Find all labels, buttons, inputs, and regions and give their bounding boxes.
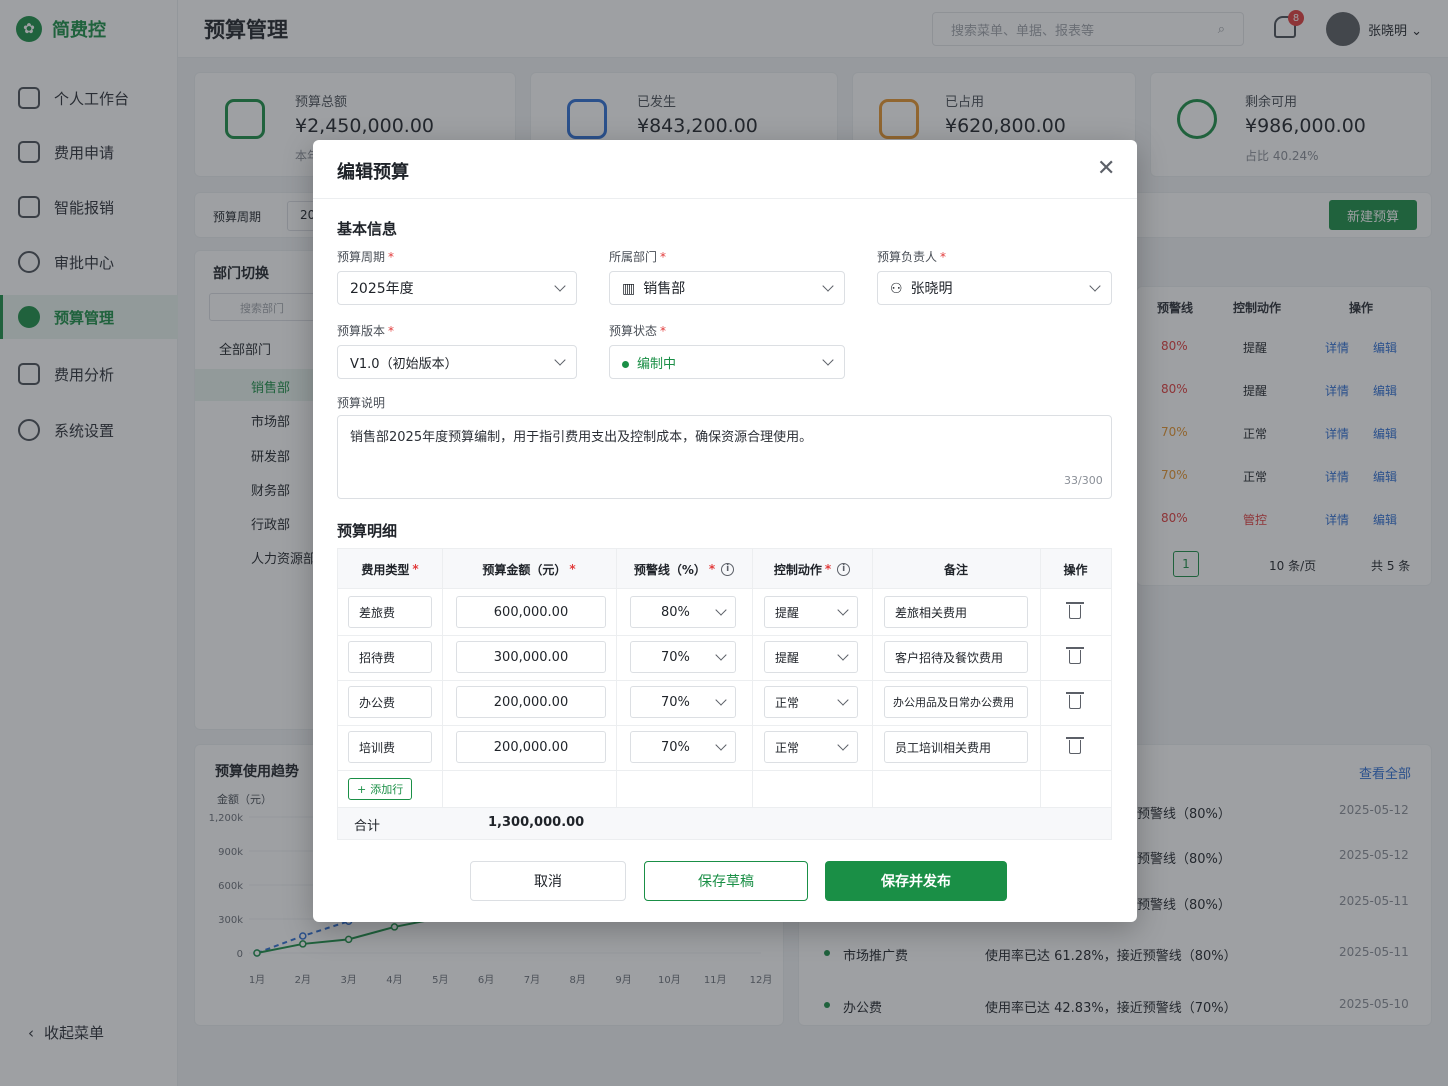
plus-icon: + [357,782,367,796]
period-select[interactable]: 2025年度 [337,271,577,305]
chevron-down-icon [554,354,566,366]
type-input[interactable]: 招待费 [348,641,432,673]
col-header-note: 备注 [943,562,968,577]
note-input[interactable]: 办公用品及日常办公费用 [884,686,1028,718]
owner-label: 预算负责人 * [877,250,947,264]
desc-label: 预算说明 [337,396,386,410]
desc-counter: 33/300 [1064,474,1103,487]
info-icon[interactable]: i [837,562,851,576]
row-divider [338,770,1111,771]
chevron-down-icon [837,649,849,661]
warning-select[interactable]: 70% [630,731,736,763]
edit-budget-modal: 编辑预算 ✕ 基本信息 预算周期 * 2025年度 所属部门 * ▥ 销售部 预算负责… [313,140,1137,922]
owner-value: 张晓明 [910,281,953,297]
modal-title: 编辑预算 [337,162,409,183]
status-select[interactable]: 编制中 [609,345,845,379]
desc-textarea[interactable]: 销售部2025年度预算编制，用于指引费用支出及控制成本，确保资源合理使用。 [337,415,1112,499]
type-input[interactable]: 培训费 [348,731,432,763]
save-draft-button[interactable]: 保存草稿 [644,861,808,901]
col-header-warning: 预警线（%） * i [616,549,752,589]
col-header-type: 费用类型 * [361,562,419,577]
col-header-op: 操作 [1063,562,1088,577]
warning-value: 80% [661,604,690,620]
total-value: 1,300,000.00 [488,815,585,830]
user-icon: ⚇ [890,281,903,297]
warning-value: 70% [661,694,690,710]
warning-select[interactable]: 80% [630,596,736,628]
chevron-down-icon [822,280,834,292]
action-value: 提醒 [775,605,800,620]
version-select[interactable]: V1.0（初始版本） [337,345,577,379]
type-input[interactable]: 办公费 [348,686,432,718]
status-value: 编制中 [637,356,677,372]
amount-input[interactable]: 300,000.00 [456,641,606,673]
note-input[interactable]: 差旅相关费用 [884,596,1028,628]
chevron-down-icon [837,739,849,751]
action-select[interactable]: 提醒 [764,641,858,673]
close-icon[interactable]: ✕ [1097,158,1115,180]
period-value: 2025年度 [350,281,414,297]
chevron-down-icon [715,649,727,661]
warning-value: 70% [661,649,690,665]
version-label: 预算版本 * [337,324,395,338]
warning-select[interactable]: 70% [630,686,736,718]
status-dot [622,360,629,368]
section-detail-title: 预算明细 [337,522,398,540]
version-value: V1.0（初始版本） [350,356,458,372]
status-label: 预算状态 * [609,324,667,338]
col-header-amount: 预算金额（元） * [482,562,576,577]
action-value: 提醒 [775,650,800,665]
note-input[interactable]: 客户招待及餐饮费用 [884,641,1028,673]
chevron-down-icon [837,604,849,616]
owner-select[interactable]: ⚇ 张晓明 [877,271,1112,305]
chevron-down-icon [554,280,566,292]
modal-divider [313,198,1137,199]
amount-input[interactable]: 200,000.00 [456,686,606,718]
action-select[interactable]: 正常 [764,686,858,718]
building-icon: ▥ [622,281,636,297]
dept-select[interactable]: ▥ 销售部 [609,271,845,305]
dept-value: 销售部 [643,281,686,297]
chevron-down-icon [1089,280,1101,292]
action-select[interactable]: 提醒 [764,596,858,628]
add-row-label: 添加行 [370,783,404,796]
col-header-action: 控制动作 * i [752,549,872,589]
dept-label: 所属部门 * [609,250,667,264]
desc-value: 销售部2025年度预算编制，用于指引费用支出及控制成本，确保资源合理使用。 [350,430,813,445]
action-value: 正常 [775,740,800,755]
warning-select[interactable]: 70% [630,641,736,673]
section-basic-title: 基本信息 [337,220,398,238]
warning-value: 70% [661,739,690,755]
action-select[interactable]: 正常 [764,731,858,763]
trash-icon[interactable] [1066,737,1084,754]
add-row-button[interactable]: + 添加行 [348,778,413,800]
amount-input[interactable]: 600,000.00 [456,596,606,628]
trash-icon[interactable] [1066,602,1084,619]
amount-input[interactable]: 200,000.00 [456,731,606,763]
row-divider [338,680,1111,681]
action-value: 正常 [775,695,800,710]
chevron-down-icon [715,739,727,751]
trash-icon[interactable] [1066,692,1084,709]
total-row [338,807,1111,839]
type-input[interactable]: 差旅费 [348,596,432,628]
total-label: 合计 [354,819,381,834]
chevron-down-icon [715,694,727,706]
trash-icon[interactable] [1066,647,1084,664]
row-divider [338,725,1111,726]
period-label: 预算周期 * [337,250,395,264]
info-icon[interactable]: i [721,562,735,576]
cancel-button[interactable]: 取消 [470,861,626,901]
note-input[interactable]: 员工培训相关费用 [884,731,1028,763]
save-publish-button[interactable]: 保存并发布 [825,861,1007,901]
detail-table: 费用类型 * 预算金额（元） * 预警线（%） * i 控制动作 * i 备注 操作 差旅费… [337,548,1112,840]
row-divider [338,635,1111,636]
chevron-down-icon [822,354,834,366]
chevron-down-icon [715,604,727,616]
chevron-down-icon [837,694,849,706]
